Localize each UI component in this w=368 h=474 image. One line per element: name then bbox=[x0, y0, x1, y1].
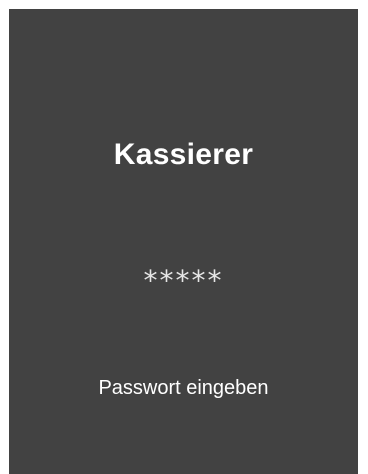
login-panel: Kassierer ***** Passwort eingeben bbox=[9, 9, 358, 474]
password-hint: Passwort eingeben bbox=[98, 377, 269, 399]
role-title: Kassierer bbox=[113, 138, 254, 171]
password-field[interactable]: ***** bbox=[69, 261, 298, 301]
